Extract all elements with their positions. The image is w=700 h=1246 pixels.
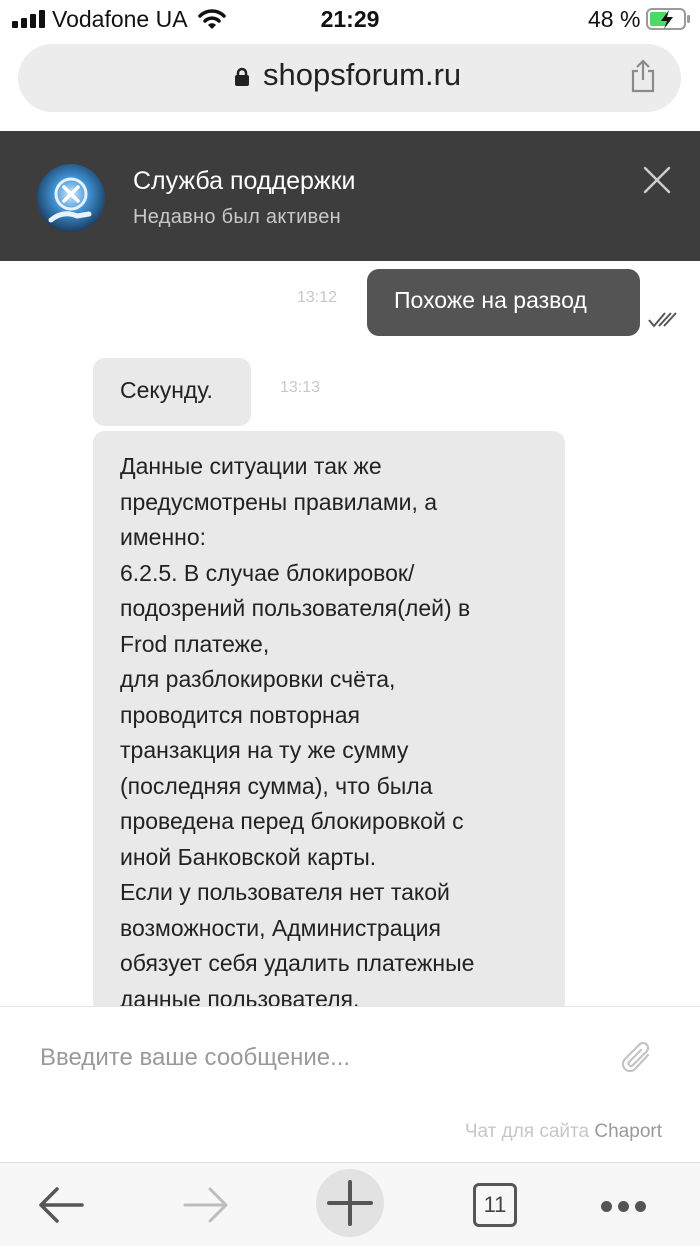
message-line: предусмотрены правилами, а — [120, 488, 438, 515]
message-line: возможности, Администрация — [120, 914, 441, 941]
message-line: именно: — [120, 524, 207, 550]
message-line: 6.2.5. В случае блокировок/ — [120, 559, 415, 586]
message-time: 13:13 — [280, 379, 321, 396]
message-line: (последняя сумма), что была — [120, 772, 433, 799]
message-line: иной Банковской карты. — [120, 843, 377, 870]
address-bar[interactable]: shopsforum.ru — [18, 44, 681, 112]
double-check-icon — [648, 312, 677, 328]
message-line: данные пользователя, — [120, 985, 360, 1007]
message-line: транзакция на ту же сумму — [120, 737, 409, 763]
chat-title: Служба поддержки — [133, 167, 356, 195]
tabs-icon: 11 — [473, 1183, 517, 1227]
paperclip-icon[interactable] — [620, 1039, 656, 1077]
message-time: 13:12 — [297, 289, 338, 306]
share-icon[interactable] — [628, 58, 658, 94]
status-bar: Vodafone UA 21:29 48 % — [0, 0, 700, 40]
back-arrow-icon[interactable] — [37, 1185, 85, 1225]
plus-icon — [327, 1180, 373, 1226]
battery-percent: 48 % — [588, 6, 641, 32]
chat-messages[interactable]: 13:12 Похоже на развод Секунду. 13:13 Да… — [0, 261, 700, 1006]
message-input[interactable] — [38, 1037, 602, 1079]
close-icon[interactable] — [643, 166, 671, 194]
message-line: подозрений пользователя(лей) в — [120, 595, 471, 621]
branding-link[interactable]: Chaport — [594, 1121, 662, 1142]
message-line: Frod платеже, — [120, 630, 270, 657]
message-text: Похоже на развод — [394, 287, 587, 313]
outgoing-message: Похоже на развод — [367, 269, 640, 336]
battery-charging-icon — [646, 8, 690, 30]
message-line: Если у пользователя нет такой — [120, 879, 450, 905]
message-line: обязует себя удалить платежные — [120, 950, 475, 976]
message-composer: Чат для сайта Chaport — [0, 1006, 700, 1163]
message-text: Секунду. — [120, 377, 213, 403]
message-line: Данные ситуации так же — [120, 453, 382, 479]
chat-header — [0, 131, 700, 261]
support-avatar — [37, 164, 105, 232]
chat-status: Недавно был активен — [133, 206, 342, 228]
message-line: для разблокировки счёта, — [120, 666, 396, 692]
new-tab-button[interactable] — [316, 1169, 384, 1237]
branding-text[interactable]: Чат для сайта Chaport — [465, 1121, 662, 1143]
incoming-message: Секунду. — [93, 358, 251, 426]
message-line: проводится повторная — [120, 701, 360, 728]
incoming-message: Данные ситуации так же предусмотрены пра… — [93, 431, 565, 1006]
browser-toolbar: 11 — [0, 1162, 700, 1246]
message-line: проведена перед блокировкой с — [120, 808, 464, 834]
more-icon[interactable] — [601, 1199, 652, 1217]
branding-prefix: Чат для сайта — [464, 1121, 590, 1142]
url-text[interactable]: shopsforum.ru — [263, 57, 461, 93]
forward-arrow-icon[interactable] — [182, 1185, 230, 1225]
tabs-button[interactable]: 11 — [473, 1183, 517, 1227]
lock-icon — [235, 67, 249, 86]
